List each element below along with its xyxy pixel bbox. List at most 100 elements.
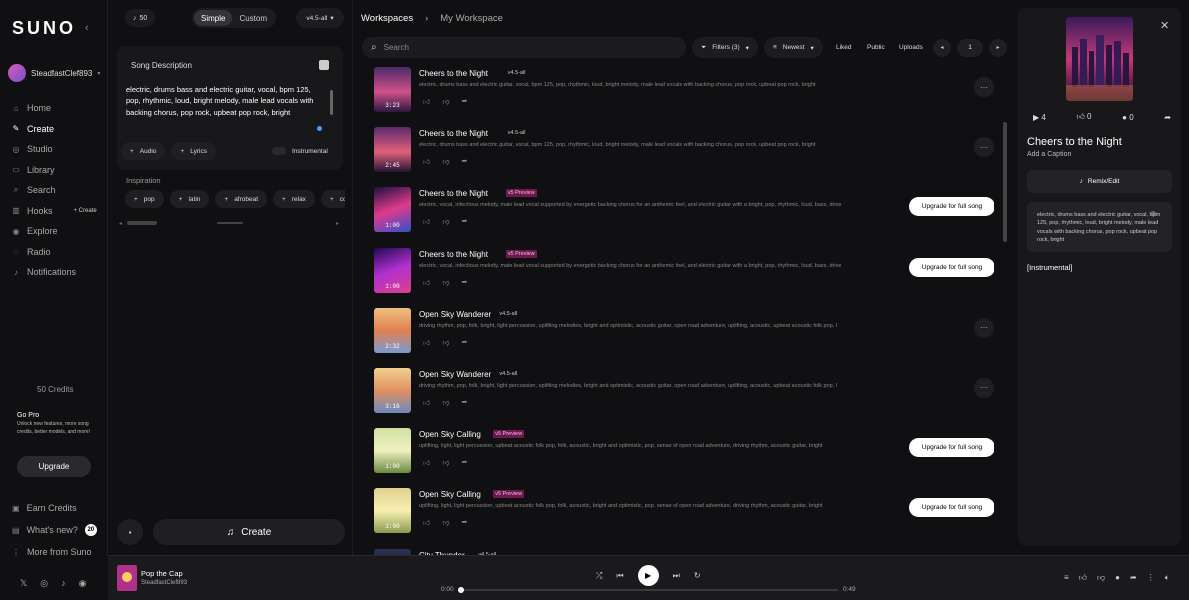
player-cover-art[interactable] [117,565,137,591]
scroll-left-icon[interactable]: ◂ [119,220,122,227]
nav-item-home[interactable]: ⌂ Home [12,98,97,119]
share-icon[interactable]: ➦ [461,278,467,287]
inspiration-chip[interactable]: + afrobeat [215,190,268,208]
song-row[interactable]: 2:32 Open Sky Wanderer v4.5-all driving … [374,306,994,366]
upgrade-full-song-button[interactable]: Upgrade for full song [909,257,994,277]
song-row[interactable]: 3:16 Open Sky Wanderer v4.5-all driving … [374,366,994,426]
nav-item-search[interactable]: ⌕ Search [12,180,97,201]
song-thumbnail[interactable]: 1:00 [374,247,411,293]
like-icon[interactable]: 👍︎ [423,217,430,226]
expand-icon[interactable] [319,60,329,70]
song-title[interactable]: Cheers to the Night [419,189,488,198]
dislike-icon[interactable]: 👎︎ [442,338,449,347]
add-caption-link[interactable]: Add a Caption [1027,151,1071,158]
share-icon[interactable]: ➦ [461,97,467,106]
song-row[interactable]: City Thunder v4.5-all 👍︎ 👎︎ ➦ ⋯ [374,547,994,555]
share-icon[interactable]: ➦ [461,338,467,347]
dislike-icon[interactable]: 👎︎ [442,157,449,166]
next-page-button[interactable]: ▸ [989,38,1007,57]
credit-pill[interactable]: ♪ 50 [125,9,156,27]
share-icon[interactable]: ➦ [1130,573,1137,583]
player-artist[interactable]: SteadfastClef893 [141,580,187,586]
song-thumbnail[interactable]: 3:16 [374,367,411,413]
song-thumbnail[interactable]: 1:00 [374,187,411,233]
logo[interactable]: SUNO [12,18,76,39]
scrollbar-thumb[interactable] [330,90,333,115]
search-input[interactable] [383,43,664,52]
song-title[interactable]: Cheers to the Night [419,69,488,78]
x-icon[interactable]: 𝕏 [20,578,27,589]
nav-item-studio[interactable]: ◎ Studio [12,139,97,160]
filters-button[interactable]: ⏷ Filters (3) ▾ [692,37,758,58]
share-icon[interactable]: ➦ [461,157,467,166]
sort-button[interactable]: ≡ Newest ▾ [764,37,823,58]
scroll-right-icon[interactable]: ▸ [336,220,339,227]
more-options-button[interactable]: ⋯ [974,77,994,97]
more-from-suno-link[interactable]: ⋮ More from Suno [12,541,97,563]
song-title[interactable]: Cheers to the Night [419,250,488,259]
inspiration-chip[interactable]: + pop [125,190,164,208]
like-icon[interactable]: 👍︎ [423,518,430,527]
comment-icon[interactable]: ● [1115,573,1120,583]
create-button[interactable]: ♫ Create [153,519,345,545]
lyrics-chip[interactable]: + Lyrics [171,142,216,160]
page-number[interactable]: 1 [957,38,983,57]
queue-icon[interactable]: ≡ [1064,573,1069,583]
mode-custom-tab[interactable]: Custom [232,10,274,26]
share-icon[interactable]: ➦ [461,398,467,407]
upgrade-button[interactable]: Upgrade [17,456,91,477]
song-thumbnail[interactable]: 3:23 [374,67,411,112]
breadcrumb-my-workspace[interactable]: My Workspace [440,13,503,24]
song-row[interactable]: 1:00 Open Sky Calling v5 Preview uplifti… [374,486,994,546]
more-options-button[interactable]: ⋯ [974,137,994,158]
inspiration-chip[interactable]: + country [320,190,345,208]
like-icon[interactable]: 👍︎ [423,157,430,166]
like-icon[interactable]: 👍︎ [423,278,430,287]
upgrade-full-song-button[interactable]: Upgrade for full song [909,498,994,518]
copy-icon[interactable]: ⧉ [1151,211,1156,219]
song-title[interactable]: Open Sky Wanderer [419,370,491,379]
instrumental-toggle[interactable]: Instrumental [272,142,328,160]
inspiration-chip[interactable]: + relax [273,190,315,208]
progress-bar[interactable] [458,587,838,593]
song-row[interactable]: 1:00 Cheers to the Night v5 Preview elec… [374,185,994,245]
song-title[interactable]: Open Sky Wanderer [419,310,491,319]
song-row[interactable]: 2:45 Cheers to the Night v4.5-all electr… [374,125,994,185]
dislike-icon[interactable]: 👎︎ [442,217,449,226]
prev-page-button[interactable]: ◂ [933,38,951,57]
hooks-create-button[interactable]: + Create [74,208,97,214]
like-icon[interactable]: 👍︎ [423,458,430,467]
nav-item-hooks[interactable]: ▥ Hooks + Create [12,201,97,222]
dislike-icon[interactable]: 👎︎ [442,398,449,407]
shuffle-icon[interactable]: ⤮ [596,571,602,581]
song-title[interactable]: Open Sky Calling [419,430,481,439]
song-row[interactable]: 1:00 Cheers to the Night v5 Preview elec… [374,246,994,306]
earn-credits-link[interactable]: ▣ Earn Credits [12,497,97,519]
discord-icon[interactable]: ◉ [79,578,87,589]
version-select[interactable]: v4.5-all ▾ [296,8,344,28]
tab-uploads[interactable]: Uploads [899,37,923,58]
collapse-sidebar-icon[interactable]: ‹ [85,22,89,34]
play-count[interactable]: ▶ 4 [1033,113,1046,122]
song-thumbnail[interactable]: 1:00 [374,428,411,474]
clear-button[interactable]: ▪ [117,519,143,545]
dislike-icon[interactable]: 👎︎ [442,97,449,106]
description-scrollbar[interactable] [330,80,333,170]
like-button[interactable]: 👍︎ 0 [1076,112,1091,122]
like-icon[interactable]: 👍︎ [423,398,430,407]
dislike-icon[interactable]: 👎︎ [442,278,449,287]
more-options-button[interactable]: ⋯ [974,377,994,398]
close-icon[interactable]: ✕ [1160,19,1169,32]
like-icon[interactable]: 👍︎ [1079,573,1087,583]
dislike-icon[interactable]: 👎︎ [1097,573,1105,583]
nav-item-notifications[interactable]: ♪ Notifications [12,262,97,283]
previous-icon[interactable]: ⏮ [616,571,623,581]
share-icon[interactable]: ➦ [1164,113,1171,122]
song-row[interactable]: 3:23 Cheers to the Night v4.5-all electr… [374,65,994,125]
song-thumbnail[interactable]: 1:00 [374,488,411,534]
remix-edit-button[interactable]: ♪ Remix/Edit [1027,170,1172,193]
comment-button[interactable]: ● 0 [1122,113,1134,122]
song-title[interactable]: Open Sky Calling [419,490,481,499]
whats-new-link[interactable]: ▤ What's new? 20 [12,519,97,541]
tab-liked[interactable]: Liked [836,37,852,58]
